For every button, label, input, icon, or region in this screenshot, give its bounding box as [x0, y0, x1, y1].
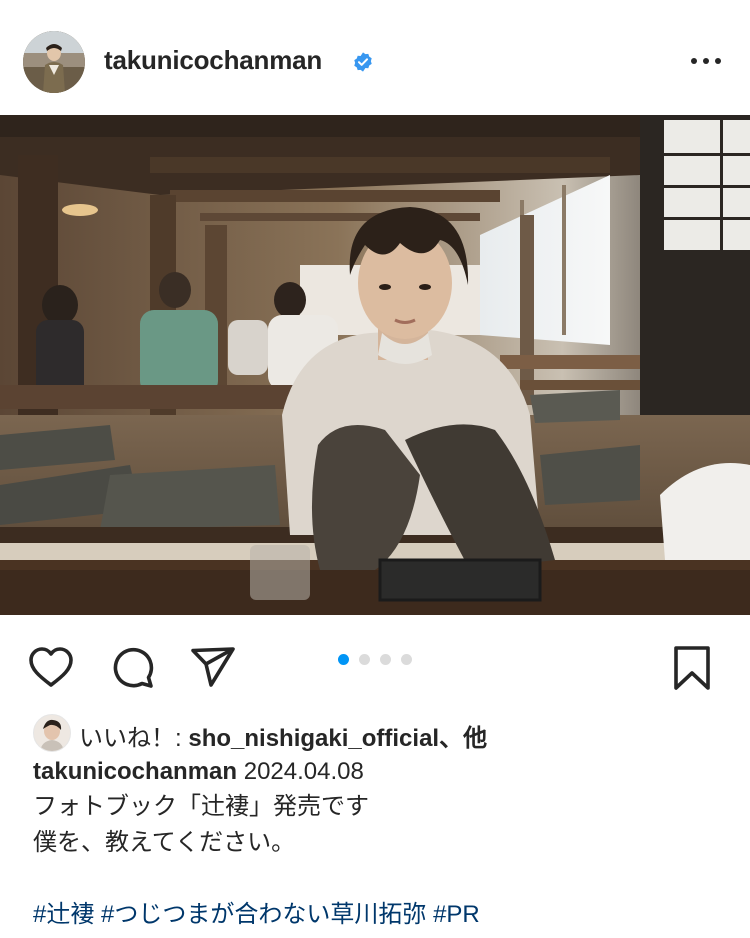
author-username[interactable]: takunicochanman [104, 45, 322, 76]
likes-summary: いいね！: sho_nishigaki_official、他 [79, 718, 487, 753]
hashtag-link[interactable]: #PR [433, 901, 480, 928]
hashtag-link[interactable]: #辻褄 [33, 901, 94, 928]
liker-username[interactable]: sho_nishigaki_official [188, 725, 439, 752]
author-avatar[interactable] [23, 31, 85, 93]
hashtags: #辻褄 #つじつまが合わない草川拓弥 #PR [33, 900, 480, 930]
liker-avatar[interactable] [33, 714, 71, 752]
comment-icon[interactable] [108, 643, 158, 693]
caption-username[interactable]: takunicochanman [33, 758, 237, 785]
hashtag-link[interactable]: #つじつまが合わない草川拓弥 [101, 901, 426, 928]
like-heart-icon[interactable] [26, 643, 76, 693]
carousel-dot[interactable] [359, 654, 370, 665]
likes-row: いいね！: sho_nishigaki_official、他 [0, 712, 750, 756]
verified-badge-icon [354, 52, 372, 72]
carousel-dot[interactable] [401, 654, 412, 665]
more-options-icon[interactable] [688, 48, 724, 74]
post-photo[interactable] [0, 115, 750, 615]
caption-date: 2024.04.08 [243, 758, 364, 785]
likes-suffix[interactable]: 、他 [439, 725, 487, 752]
carousel-dot[interactable] [380, 654, 391, 665]
caption-line-2: 僕を、教えてください。 [33, 829, 296, 856]
caption-line-1: フォトブック「辻褄」発売です [33, 793, 369, 820]
save-bookmark-icon[interactable] [668, 643, 718, 693]
liker-avatar-image [34, 715, 70, 751]
caption-header: takunicochanman 2024.04.08 [33, 757, 364, 787]
carousel-indicator [338, 654, 414, 666]
share-send-icon[interactable] [188, 643, 238, 693]
post-image [0, 115, 750, 615]
likes-prefix: いいね！: [79, 725, 189, 752]
avatar-image [23, 31, 85, 93]
carousel-dot-active[interactable] [338, 654, 349, 665]
post-header: takunicochanman [0, 0, 750, 115]
